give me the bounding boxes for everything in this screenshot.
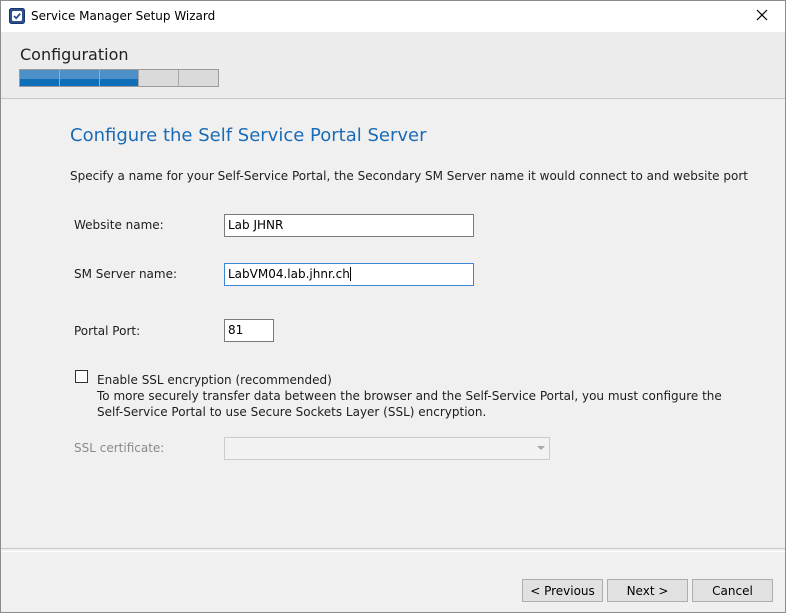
footer-divider bbox=[1, 548, 785, 552]
close-button[interactable] bbox=[739, 1, 785, 32]
progress-segment bbox=[20, 70, 60, 86]
setup-wizard-window: Service Manager Setup Wizard Configurati… bbox=[0, 0, 786, 613]
page-instructions: Specify a name for your Self-Service Por… bbox=[70, 169, 748, 183]
title-bar: Service Manager Setup Wizard bbox=[1, 1, 785, 32]
website-name-input[interactable]: Lab JHNR bbox=[224, 214, 474, 237]
sm-server-name-input[interactable]: LabVM04.lab.jhnr.ch bbox=[224, 263, 474, 286]
service-manager-icon bbox=[9, 8, 25, 24]
ssl-description: To more securely transfer data between t… bbox=[97, 389, 722, 419]
enable-ssl-label[interactable]: Enable SSL encryption (recommended) bbox=[97, 372, 332, 388]
ssl-certificate-select[interactable] bbox=[224, 437, 550, 460]
portal-port-label: Portal Port: bbox=[74, 324, 141, 338]
cancel-button[interactable]: Cancel bbox=[692, 579, 773, 602]
progress-segment bbox=[179, 70, 218, 86]
progress-segment bbox=[99, 70, 140, 86]
enable-ssl-checkbox[interactable] bbox=[75, 370, 88, 383]
page-heading: Configure the Self Service Portal Server bbox=[70, 125, 427, 146]
window-title: Service Manager Setup Wizard bbox=[31, 9, 216, 23]
sm-server-name-label: SM Server name: bbox=[74, 267, 178, 281]
wizard-header: Configuration bbox=[1, 32, 785, 98]
text-caret bbox=[349, 267, 351, 281]
ssl-certificate-label: SSL certificate: bbox=[74, 441, 165, 455]
progress-segment bbox=[139, 70, 180, 86]
step-title: Configuration bbox=[20, 45, 129, 64]
next-button[interactable]: Next > bbox=[607, 579, 688, 602]
progress-segment bbox=[59, 70, 100, 86]
progress-bar bbox=[19, 69, 219, 87]
website-name-label: Website name: bbox=[74, 218, 164, 232]
sm-server-name-value: LabVM04.lab.jhnr.ch bbox=[228, 267, 350, 281]
portal-port-input[interactable]: 81 bbox=[224, 319, 274, 342]
close-icon bbox=[756, 9, 768, 24]
chevron-down-icon bbox=[537, 446, 545, 450]
previous-button[interactable]: < Previous bbox=[522, 579, 603, 602]
wizard-content: Configure the Self Service Portal Server… bbox=[1, 101, 785, 547]
